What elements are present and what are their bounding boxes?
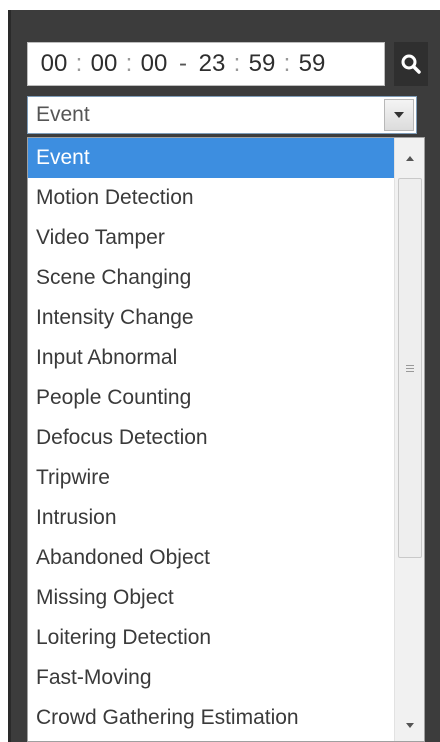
dropdown-option[interactable]: Motion Detection xyxy=(28,178,394,218)
dropdown-option[interactable]: Video Tamper xyxy=(28,218,394,258)
chevron-up-icon xyxy=(406,155,414,161)
dropdown-list: Event Motion Detection Video Tamper Scen… xyxy=(28,138,394,738)
grip-icon xyxy=(406,363,414,374)
end-minute[interactable]: 59 xyxy=(246,50,278,78)
select-arrow-button[interactable] xyxy=(384,99,414,131)
dropdown-option[interactable]: Input Abnormal xyxy=(28,338,394,378)
time-colon: : xyxy=(75,50,83,77)
select-value: Event xyxy=(36,103,90,126)
dropdown-scrollbar[interactable] xyxy=(394,138,424,741)
search-button[interactable] xyxy=(394,42,428,86)
dropdown-option[interactable]: People Counting xyxy=(28,378,394,418)
time-colon: : xyxy=(283,50,291,77)
start-hour[interactable]: 00 xyxy=(38,50,70,78)
scroll-down-button[interactable] xyxy=(398,713,422,737)
end-hour[interactable]: 23 xyxy=(196,50,228,78)
dropdown-option[interactable]: Defocus Detection xyxy=(28,418,394,458)
chevron-down-icon xyxy=(394,112,404,118)
dropdown-option[interactable]: Loitering Detection xyxy=(28,618,394,658)
scroll-thumb[interactable] xyxy=(398,178,422,558)
dropdown-option[interactable]: Tripwire xyxy=(28,458,394,498)
event-type-dropdown[interactable]: Event Motion Detection Video Tamper Scen… xyxy=(27,137,425,742)
dropdown-option[interactable]: Intrusion xyxy=(28,498,394,538)
dropdown-option[interactable]: Missing Object xyxy=(28,578,394,618)
scroll-up-button[interactable] xyxy=(398,146,422,170)
time-colon: : xyxy=(233,50,241,77)
start-second[interactable]: 00 xyxy=(138,50,170,78)
chevron-down-icon xyxy=(406,722,414,728)
dropdown-option[interactable]: Event xyxy=(28,138,394,178)
panel-edge xyxy=(8,10,11,742)
search-icon xyxy=(401,54,421,74)
start-minute[interactable]: 00 xyxy=(88,50,120,78)
time-colon: : xyxy=(125,50,133,77)
dropdown-option[interactable]: Fast-Moving xyxy=(28,658,394,698)
end-second[interactable]: 59 xyxy=(296,50,328,78)
event-type-select[interactable]: Event xyxy=(27,96,417,134)
dropdown-option[interactable]: Crowd Gathering Estimation xyxy=(28,698,394,738)
dropdown-option[interactable]: Scene Changing xyxy=(28,258,394,298)
time-range-field[interactable]: 00 : 00 : 00 - 23 : 59 : 59 xyxy=(27,42,385,86)
range-separator: - xyxy=(179,50,187,77)
dropdown-option[interactable]: Abandoned Object xyxy=(28,538,394,578)
dropdown-option[interactable]: Intensity Change xyxy=(28,298,394,338)
